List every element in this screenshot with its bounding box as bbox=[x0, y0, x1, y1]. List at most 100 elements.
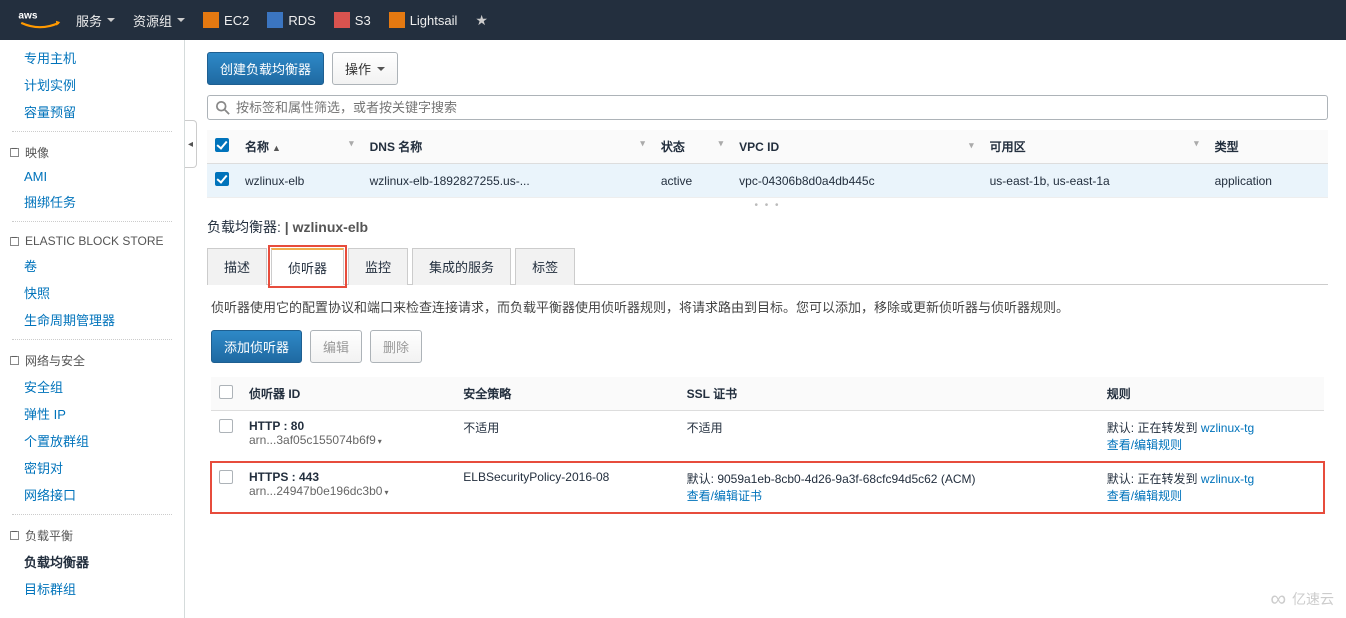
watermark-text: 亿速云 bbox=[1292, 589, 1334, 609]
collapse-icon bbox=[10, 148, 19, 157]
edit-listener-button[interactable]: 编辑 bbox=[310, 330, 362, 363]
sidebar-item-elastic-ips[interactable]: 弹性 IP bbox=[0, 400, 184, 427]
sidebar-item-security-groups[interactable]: 安全组 bbox=[0, 373, 184, 400]
shortcut-rds[interactable]: RDS bbox=[267, 12, 315, 28]
tab-listeners[interactable]: 侦听器 bbox=[271, 248, 344, 285]
divider bbox=[12, 131, 172, 132]
sidebar-item-load-balancers[interactable]: 负载均衡器 bbox=[0, 548, 184, 575]
row-checkbox[interactable] bbox=[215, 172, 229, 186]
chevron-down-icon bbox=[107, 18, 115, 22]
sidebar-item-dedicated-hosts[interactable]: 专用主机 bbox=[0, 44, 184, 71]
sidebar-group-network[interactable]: 网络与安全 bbox=[0, 346, 184, 373]
services-menu[interactable]: 服务 bbox=[76, 11, 115, 30]
listener-arn: arn...24947b0e196dc3b0 bbox=[249, 484, 382, 498]
group-label: ELASTIC BLOCK STORE bbox=[25, 234, 164, 248]
resource-groups-label: 资源组 bbox=[133, 11, 172, 30]
collapse-sidebar-button[interactable]: ◂ bbox=[185, 120, 197, 168]
sidebar-item-scheduled-instances[interactable]: 计划实例 bbox=[0, 71, 184, 98]
sidebar-item-snapshots[interactable]: 快照 bbox=[0, 279, 184, 306]
listener-proto: HTTP : 80 bbox=[249, 419, 304, 433]
aws-logo[interactable]: aws bbox=[18, 7, 62, 33]
sidebar-item-capacity-reservations[interactable]: 容量预留 bbox=[0, 98, 184, 125]
cell-type: application bbox=[1207, 164, 1328, 198]
listener-arn: arn...3af05c155074b6f9 bbox=[249, 433, 376, 447]
col-menu-icon[interactable]: ▾ bbox=[640, 138, 645, 149]
resource-groups-menu[interactable]: 资源组 bbox=[133, 11, 185, 30]
col-az: 可用区▾ bbox=[982, 130, 1207, 164]
sidebar-item-lifecycle[interactable]: 生命周期管理器 bbox=[0, 306, 184, 333]
svg-text:aws: aws bbox=[18, 11, 37, 22]
search-input[interactable] bbox=[236, 100, 1319, 115]
view-edit-cert-link[interactable]: 查看/编辑证书 bbox=[687, 489, 762, 503]
cell-rules: 默认: 正在转发到 wzlinux-tg 查看/编辑规则 bbox=[1099, 411, 1324, 462]
sidebar-item-key-pairs[interactable]: 密钥对 bbox=[0, 454, 184, 481]
rule-target-link[interactable]: wzlinux-tg bbox=[1201, 472, 1254, 486]
sidebar-item-placement-groups[interactable]: 个置放群组 bbox=[0, 427, 184, 454]
resize-handle[interactable]: • • • bbox=[207, 200, 1328, 211]
group-label: 网络与安全 bbox=[25, 352, 85, 369]
rule-target-link[interactable]: wzlinux-tg bbox=[1201, 421, 1254, 435]
panel-title-label: 负载均衡器: bbox=[207, 219, 281, 235]
actions-label: 操作 bbox=[345, 59, 371, 78]
panel-title-value: wzlinux-elb bbox=[293, 219, 368, 235]
col-menu-icon[interactable]: ▾ bbox=[969, 140, 974, 151]
col-security-policy: 安全策略 bbox=[455, 377, 678, 411]
search-box[interactable] bbox=[207, 95, 1328, 120]
ec2-icon bbox=[203, 12, 219, 28]
cell-az: us-east-1b, us-east-1a bbox=[982, 164, 1207, 198]
col-state: 状态▾ bbox=[653, 130, 731, 164]
tab-monitoring[interactable]: 监控 bbox=[348, 248, 408, 285]
cell-vpc: vpc-04306b8d0a4db445c bbox=[731, 164, 981, 198]
col-listener-id: 侦听器 ID bbox=[241, 377, 455, 411]
sidebar-group-images[interactable]: 映像 bbox=[0, 138, 184, 165]
listener-table: 侦听器 ID 安全策略 SSL 证书 规则 HTTP : 80 arn...3a… bbox=[211, 377, 1324, 513]
sidebar-item-volumes[interactable]: 卷 bbox=[0, 252, 184, 279]
sidebar-item-target-groups[interactable]: 目标群组 bbox=[0, 575, 184, 602]
cell-dns: wzlinux-elb-1892827255.us-... bbox=[362, 164, 653, 198]
infinity-icon: ∞ bbox=[1270, 586, 1286, 612]
col-menu-icon[interactable]: ▾ bbox=[1194, 138, 1199, 149]
delete-listener-button[interactable]: 删除 bbox=[370, 330, 422, 363]
table-row[interactable]: wzlinux-elb wzlinux-elb-1892827255.us-..… bbox=[207, 164, 1328, 198]
view-edit-rules-link[interactable]: 查看/编辑规则 bbox=[1107, 438, 1182, 452]
tab-description[interactable]: 描述 bbox=[207, 248, 267, 285]
select-all-checkbox[interactable] bbox=[215, 138, 229, 152]
chevron-down-icon[interactable]: ▾ bbox=[378, 437, 382, 446]
shortcut-s3[interactable]: S3 bbox=[334, 12, 371, 28]
shortcut-ec2[interactable]: EC2 bbox=[203, 12, 249, 28]
col-menu-icon[interactable]: ▾ bbox=[349, 138, 354, 149]
services-label: 服务 bbox=[76, 11, 102, 30]
add-listener-button[interactable]: 添加侦听器 bbox=[211, 330, 302, 363]
pin-button[interactable]: ★ bbox=[475, 12, 488, 29]
col-type: 类型 bbox=[1207, 130, 1328, 164]
select-all-checkbox[interactable] bbox=[219, 385, 233, 399]
sidebar-item-bundle-tasks[interactable]: 捆绑任务 bbox=[0, 188, 184, 215]
row-checkbox[interactable] bbox=[219, 470, 233, 484]
create-lb-button[interactable]: 创建负载均衡器 bbox=[207, 52, 324, 85]
rds-label: RDS bbox=[288, 13, 315, 28]
tab-integrated[interactable]: 集成的服务 bbox=[412, 248, 511, 285]
cell-policy: 不适用 bbox=[455, 411, 678, 462]
top-nav: aws 服务 资源组 EC2 RDS S3 Lightsail ★ bbox=[0, 0, 1346, 40]
tab-body: 侦听器使用它的配置协议和端口来检查连接请求，而负载平衡器使用侦听器规则，将请求路… bbox=[207, 285, 1328, 525]
sidebar: 专用主机 计划实例 容量预留 映像 AMI 捆绑任务 ELASTIC BLOCK… bbox=[0, 40, 185, 618]
rds-icon bbox=[267, 12, 283, 28]
pin-icon: ★ bbox=[475, 12, 488, 29]
actions-menu[interactable]: 操作 bbox=[332, 52, 398, 85]
chevron-down-icon[interactable]: ▾ bbox=[384, 488, 388, 497]
sidebar-group-lb[interactable]: 负载平衡 bbox=[0, 521, 184, 548]
sidebar-item-network-interfaces[interactable]: 网络接口 bbox=[0, 481, 184, 508]
cell-name: wzlinux-elb bbox=[237, 164, 362, 198]
shortcut-lightsail[interactable]: Lightsail bbox=[389, 12, 458, 28]
tab-tags[interactable]: 标签 bbox=[515, 248, 575, 285]
sort-asc-icon[interactable]: ▲ bbox=[272, 143, 281, 153]
sidebar-group-ebs[interactable]: ELASTIC BLOCK STORE bbox=[0, 228, 184, 252]
cell-rules: 默认: 正在转发到 wzlinux-tg 查看/编辑规则 bbox=[1099, 462, 1324, 513]
row-checkbox[interactable] bbox=[219, 419, 233, 433]
view-edit-rules-link[interactable]: 查看/编辑规则 bbox=[1107, 489, 1182, 503]
collapse-icon bbox=[10, 356, 19, 365]
cell-ssl: 不适用 bbox=[679, 411, 1099, 462]
sidebar-item-ami[interactable]: AMI bbox=[0, 165, 184, 188]
col-menu-icon[interactable]: ▾ bbox=[719, 138, 724, 149]
collapse-icon bbox=[10, 531, 19, 540]
